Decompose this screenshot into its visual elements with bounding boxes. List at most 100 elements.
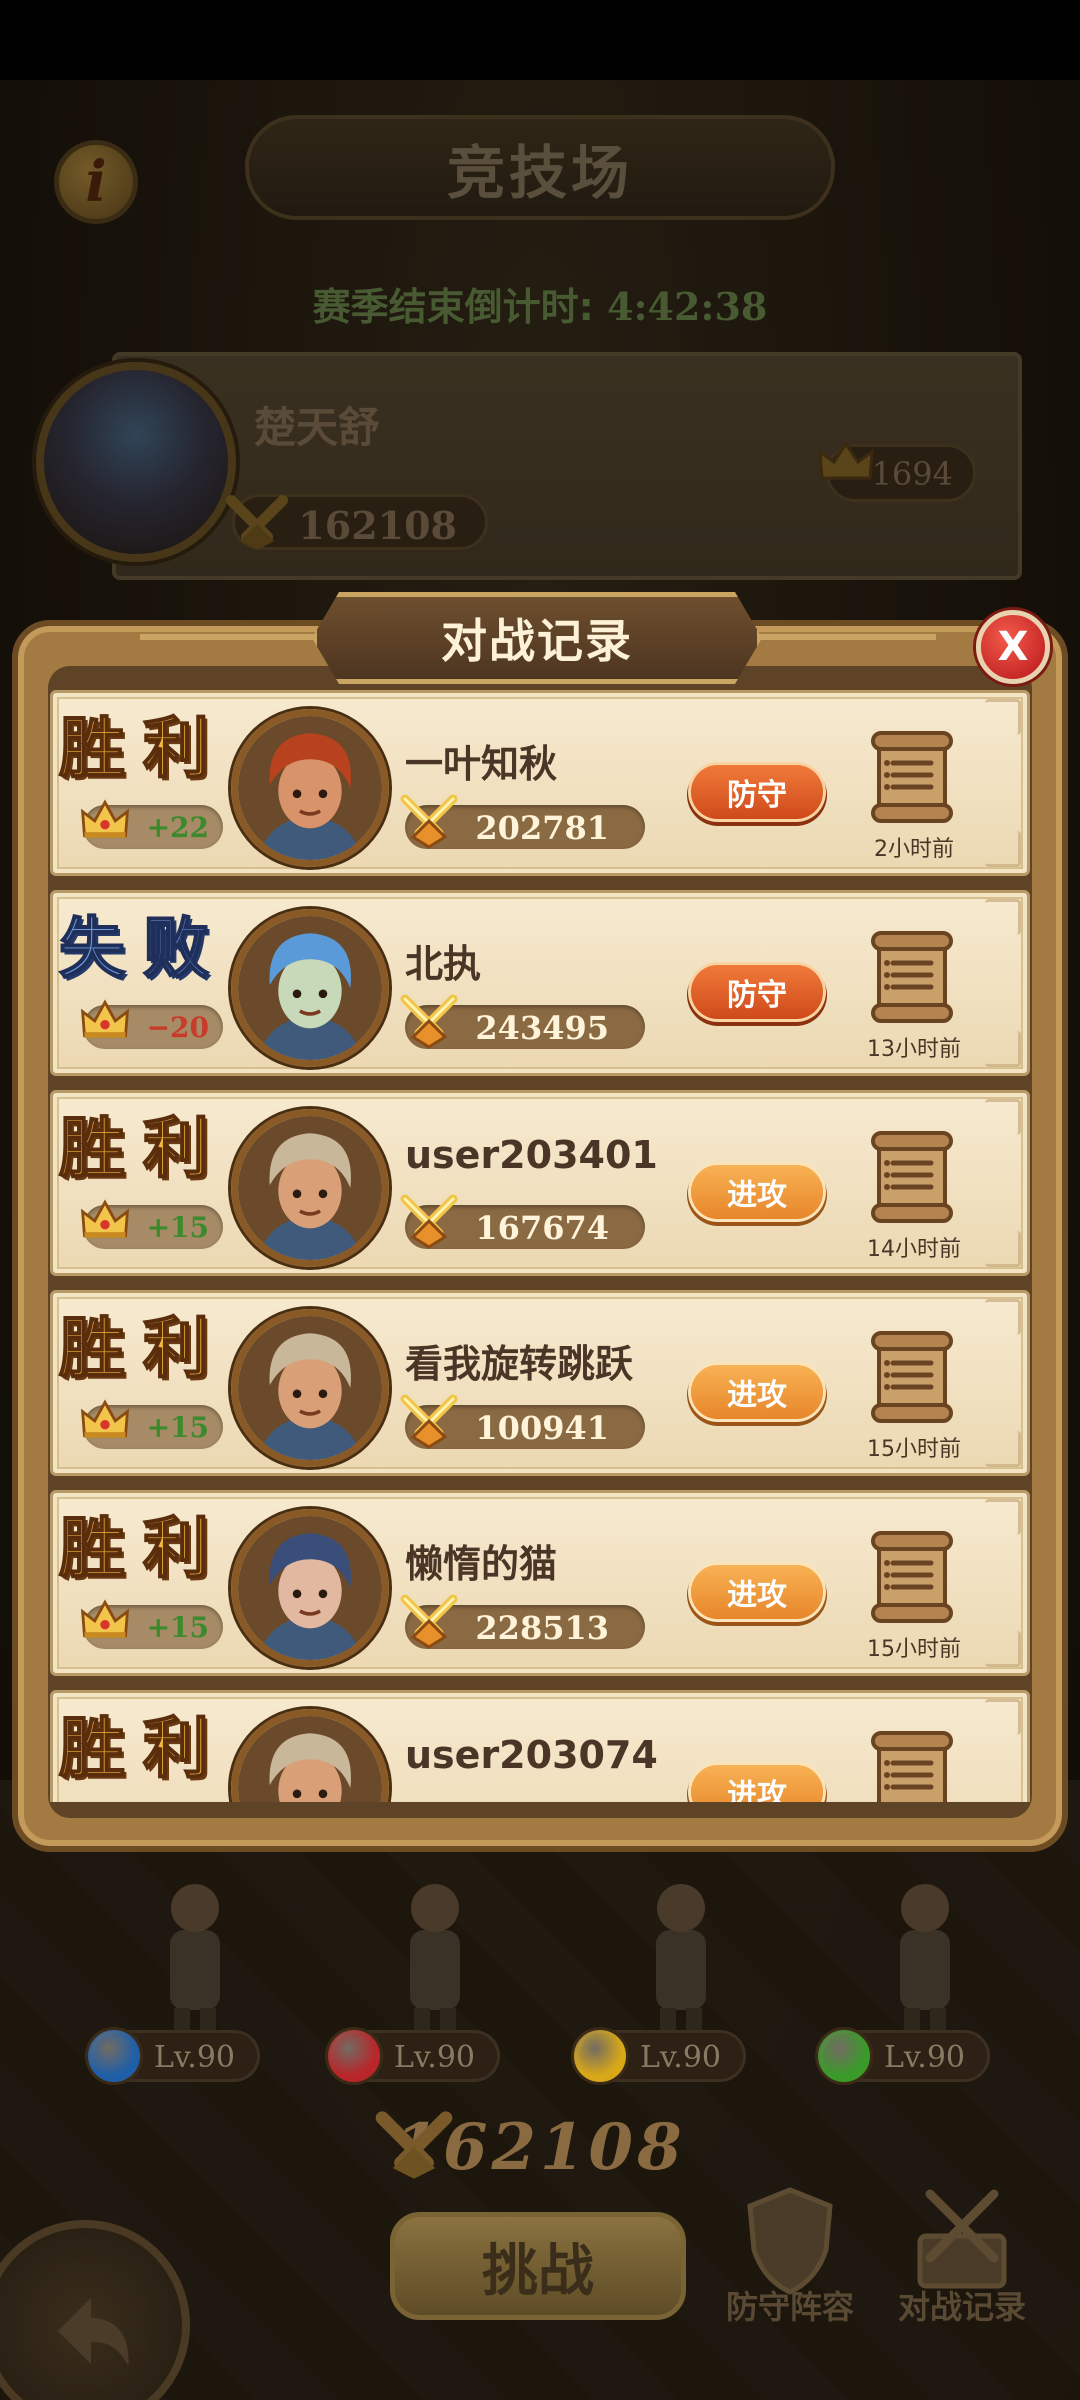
crown-icon — [80, 1199, 130, 1238]
trophy-delta: +22 — [146, 811, 209, 844]
battle-record-row[interactable]: 失败 −20 北执 243495 防守 13小时前 — [50, 890, 1030, 1076]
opponent-avatar[interactable] — [231, 1109, 389, 1267]
row-ornament — [985, 1299, 1021, 1335]
opponent-name: 懒惰的猫 — [405, 1542, 558, 1586]
hero-level: Lv.90 — [153, 2040, 235, 2075]
trophy-delta: −20 — [146, 1011, 209, 1044]
battle-records-label: 对战记录 — [897, 2288, 1026, 2326]
replay-scroll-icon[interactable] — [869, 1729, 955, 1802]
trophy-change-pill: +15 — [80, 1199, 223, 1249]
opponent-power: 228513 — [475, 1609, 609, 1647]
battle-type-badge: 进攻 — [691, 1365, 823, 1419]
battle-result: 失败 — [58, 908, 227, 988]
crown-icon — [80, 999, 130, 1038]
battle-time: 14小时前 — [867, 1237, 961, 1262]
opponent-power: 167674 — [475, 1209, 609, 1247]
battle-record-row[interactable]: 胜利 +15 看我旋转跳跃 100941 进攻 15小时前 — [50, 1290, 1030, 1476]
trophy-change-pill: +15 — [80, 1599, 223, 1649]
trophy-change-pill: +22 — [80, 799, 223, 849]
crossed-swords-icon — [375, 2111, 453, 2179]
battle-result: 胜利 — [58, 1108, 227, 1188]
opponent-name: 看我旋转跳跃 — [405, 1342, 634, 1386]
opponent-power: 100941 — [475, 1409, 609, 1447]
hero-portrait — [238, 1716, 382, 1802]
challenge-button[interactable]: 挑战 — [390, 2212, 686, 2320]
crown-icon — [80, 1399, 130, 1438]
battle-record-row[interactable]: 胜利 +15 懒惰的猫 228513 进攻 15小时前 — [50, 1490, 1030, 1676]
team-power: 162108 — [0, 2110, 1080, 2185]
crossed-swords-icon — [400, 994, 458, 1049]
opponent-power-pill: 100941 — [400, 1394, 645, 1449]
element-gem-icon — [85, 2027, 143, 2085]
crown-icon — [80, 799, 130, 838]
replay-scroll-icon[interactable] — [869, 1329, 955, 1425]
opponent-power-pill: 202781 — [400, 794, 645, 849]
replay-scroll-icon[interactable] — [869, 1129, 955, 1225]
team-hero-figure — [120, 1860, 270, 2050]
hero-figure — [145, 1884, 245, 2048]
opponent-power-pill: 228513 — [400, 1594, 645, 1649]
team-hero-figure — [360, 1860, 510, 2050]
hero-figure — [631, 1884, 731, 2048]
hero-portrait — [238, 716, 382, 860]
battle-result: 胜利 — [58, 1708, 227, 1788]
crossed-swords-icon — [400, 794, 458, 849]
opponent-avatar[interactable] — [231, 709, 389, 867]
crossed-swords-icon — [400, 1194, 458, 1249]
hero-level: Lv.90 — [393, 2040, 475, 2075]
element-gem-icon — [325, 2027, 383, 2085]
battle-type-badge: 进攻 — [691, 1165, 823, 1219]
hero-portrait — [238, 1116, 382, 1260]
opponent-name: user203401 — [405, 1133, 658, 1177]
hero-level: Lv.90 — [883, 2040, 965, 2075]
team-hero-figure — [606, 1860, 756, 2050]
close-button[interactable]: X — [976, 610, 1050, 684]
opponent-power: 202781 — [475, 809, 609, 847]
battle-result: 胜利 — [58, 1508, 227, 1588]
element-gem-icon — [571, 2027, 629, 2085]
battle-record-row[interactable]: 胜利 +22 一叶知秋 202781 防守 2小时前 — [50, 690, 1030, 876]
opponent-avatar[interactable] — [231, 909, 389, 1067]
battle-time: 13小时前 — [867, 1037, 961, 1062]
opponent-power-pill: 243495 — [400, 994, 645, 1049]
row-ornament — [985, 1499, 1021, 1535]
opponent-power: 243495 — [475, 1009, 609, 1047]
battle-record-list[interactable]: 胜利 +22 一叶知秋 202781 防守 2小时前 失败 −20 北执 243495 防守 13小时… — [46, 690, 1034, 1802]
crossed-swords-icon — [400, 1394, 458, 1449]
hero-level-pill: Lv.90 — [571, 2027, 746, 2085]
row-ornament — [985, 899, 1021, 935]
replay-scroll-icon[interactable] — [869, 1529, 955, 1625]
opponent-avatar[interactable] — [231, 1509, 389, 1667]
trophy-delta: +15 — [146, 1211, 209, 1244]
opponent-power-pill: 167674 — [400, 1194, 645, 1249]
crossed-swords-icon — [400, 1594, 458, 1649]
replay-scroll-icon[interactable] — [869, 929, 955, 1025]
back-arrow-icon — [58, 2298, 129, 2367]
trophy-delta: +15 — [146, 1411, 209, 1444]
battle-time: 15小时前 — [867, 1437, 961, 1462]
crown-icon — [80, 1599, 130, 1638]
battle-type-badge: 进攻 — [691, 1765, 823, 1802]
battle-time: 2小时前 — [874, 837, 954, 862]
battle-record-row[interactable]: 胜利 user203074 进攻 — [50, 1690, 1030, 1802]
battle-record-row[interactable]: 胜利 +15 user203401 167674 进攻 14小时前 — [50, 1090, 1030, 1276]
team-hero-figure — [850, 1860, 1000, 2050]
opponent-name: user203074 — [405, 1733, 658, 1777]
hero-portrait — [238, 1316, 382, 1460]
row-ornament — [985, 699, 1021, 735]
close-icon: X — [997, 624, 1029, 670]
hero-level-pill: Lv.90 — [325, 2027, 500, 2085]
opponent-avatar[interactable] — [231, 1709, 389, 1802]
element-gem-icon — [815, 2027, 873, 2085]
hero-level-pill: Lv.90 — [85, 2027, 260, 2085]
trophy-change-pill: −20 — [80, 999, 223, 1049]
opponent-avatar[interactable] — [231, 1309, 389, 1467]
battle-records-button[interactable]: 对战记录 — [892, 2180, 1032, 2328]
challenge-label: 挑战 — [482, 2238, 594, 2304]
battle-type-badge: 防守 — [691, 965, 823, 1019]
trophy-change-pill: +15 — [80, 1399, 223, 1449]
replay-scroll-icon[interactable] — [869, 729, 955, 825]
defense-lineup-button[interactable]: 防守阵容 — [720, 2180, 860, 2328]
battle-type-badge: 进攻 — [691, 1565, 823, 1619]
hero-portrait — [238, 916, 382, 1060]
